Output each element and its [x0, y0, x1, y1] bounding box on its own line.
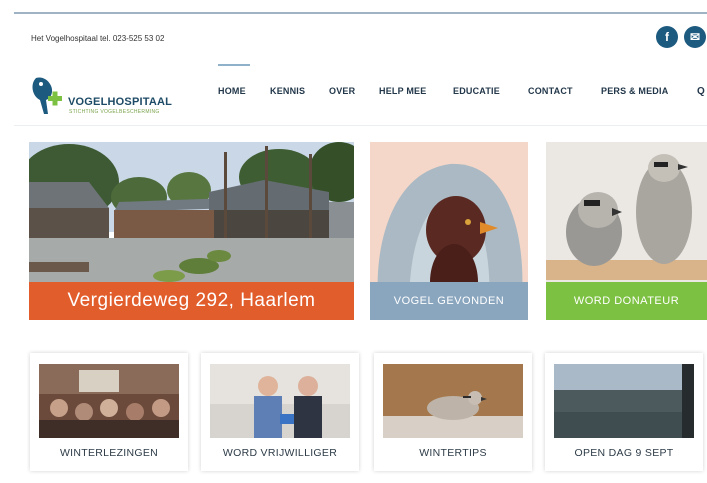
- card-word-vrijwilliger[interactable]: WORD VRIJWILLIGER: [201, 353, 359, 471]
- card-label: WINTERTIPS: [419, 447, 487, 459]
- nav-item-contact[interactable]: CONTACT: [528, 86, 573, 96]
- dove-in-snow-image: [383, 364, 523, 438]
- nav-item-home[interactable]: HOME: [218, 86, 246, 96]
- nav-item-help-mee[interactable]: HELP MEE: [379, 86, 426, 96]
- card-winterlezingen[interactable]: WINTERLEZINGEN: [30, 353, 188, 471]
- card-label: WORD VRIJWILLIGER: [222, 447, 338, 459]
- card-image: [383, 364, 523, 438]
- nav-item-over[interactable]: OVER: [329, 86, 355, 96]
- found-bird-label: VOGEL GEVONDEN: [370, 282, 528, 320]
- nav-divider: [14, 125, 707, 126]
- nav-active-indicator: [218, 64, 250, 66]
- card-open-dag[interactable]: OPEN DAG 9 SEPT: [545, 353, 703, 471]
- card-label: WINTERLEZINGEN: [59, 447, 159, 459]
- card-wintertips[interactable]: WINTERTIPS: [374, 353, 532, 471]
- search-icon[interactable]: Q: [697, 86, 705, 97]
- logo-subtitle: STICHTING VOGELBESCHERMING: [69, 109, 160, 115]
- bird-logo-icon: [32, 77, 62, 114]
- volunteers-image: [210, 364, 350, 438]
- facebook-icon[interactable]: f: [656, 26, 678, 48]
- logo[interactable]: VOGELHOSPITAAL STICHTING VOGELBESCHERMIN…: [28, 74, 188, 118]
- hero-donate-tile[interactable]: WORD DONATEUR: [546, 142, 707, 320]
- card-image: [554, 364, 694, 438]
- address-label: Vergierdeweg 292, Haarlem: [29, 282, 354, 320]
- top-divider: [14, 12, 707, 14]
- card-image: [39, 364, 179, 438]
- open-day-building-image: [554, 364, 694, 438]
- donate-label: WORD DONATEUR: [546, 282, 707, 320]
- hero-location-tile[interactable]: Vergierdeweg 292, Haarlem: [29, 142, 354, 320]
- email-icon[interactable]: ✉: [684, 26, 706, 48]
- nav-item-kennis[interactable]: KENNIS: [270, 86, 305, 96]
- logo-title: VOGELHOSPITAAL: [68, 96, 173, 108]
- lecture-room-image: [39, 364, 179, 438]
- hero-found-bird-tile[interactable]: VOGEL GEVONDEN: [370, 142, 528, 320]
- card-image: [210, 364, 350, 438]
- contact-text: Het Vogelhospitaal tel. 023-525 53 02: [31, 34, 165, 43]
- card-label: OPEN DAG 9 SEPT: [574, 447, 674, 459]
- nav-item-educatie[interactable]: EDUCATIE: [453, 86, 500, 96]
- nav-item-pers-media[interactable]: PERS & MEDIA: [601, 86, 668, 96]
